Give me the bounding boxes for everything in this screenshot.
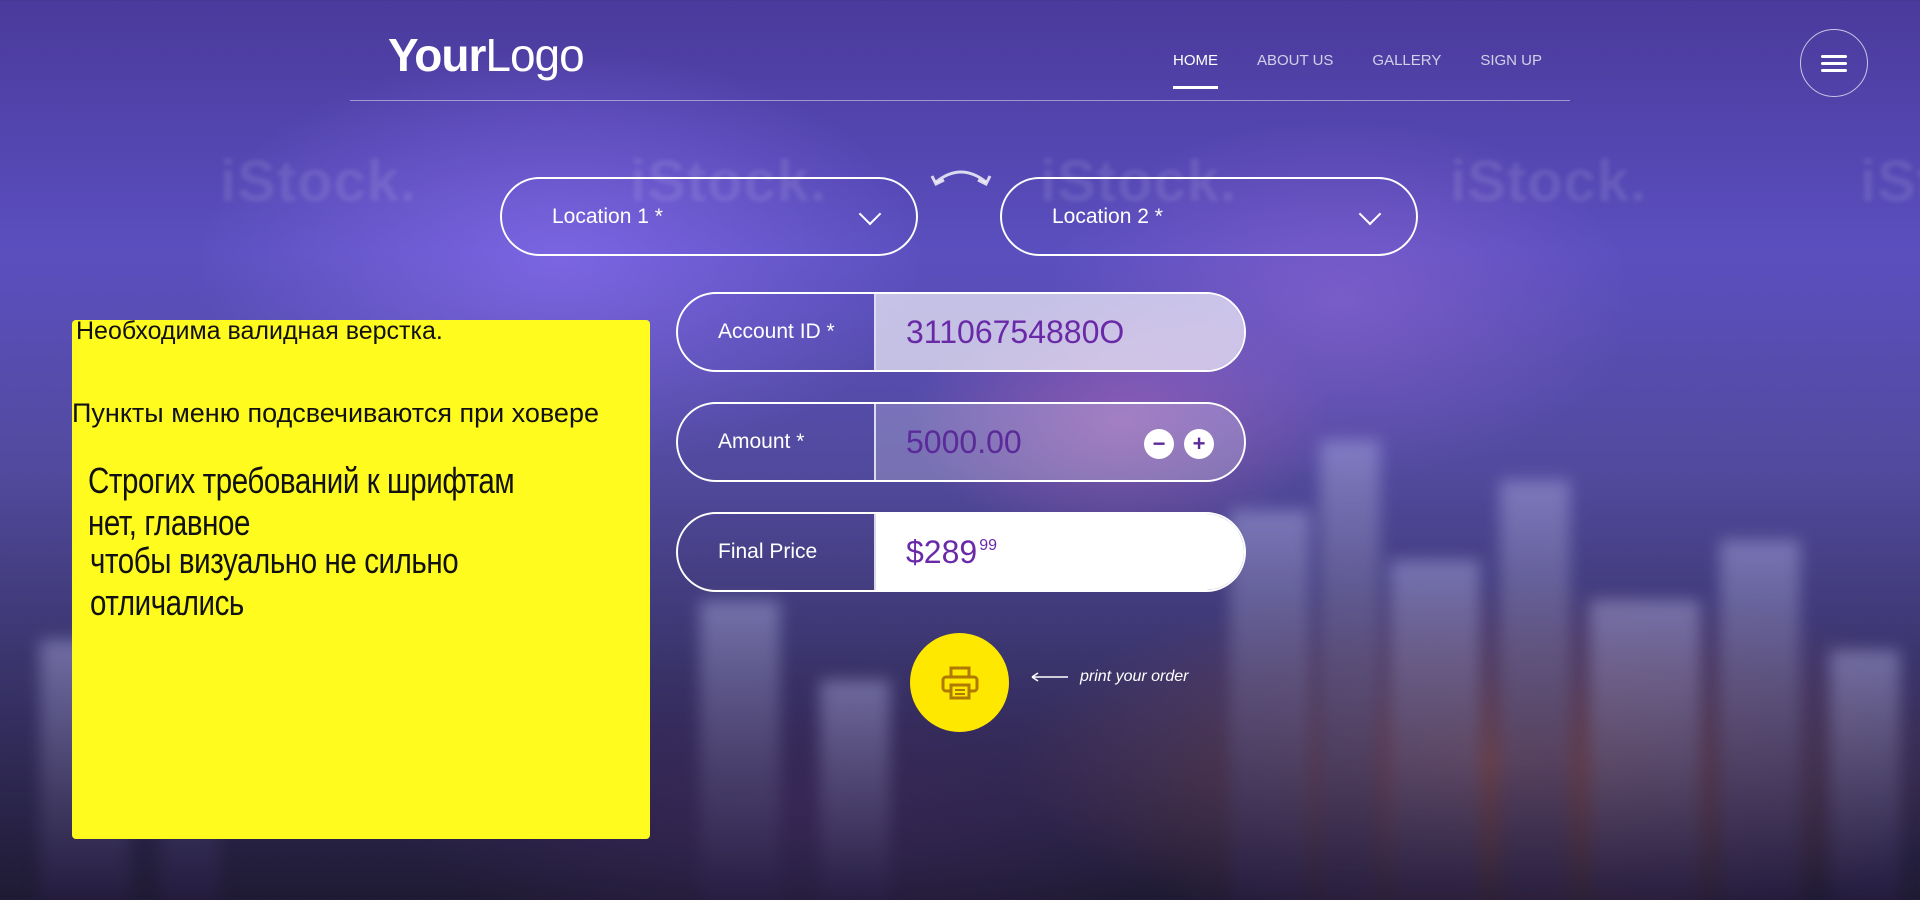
print-hint-text: print your order <box>1080 668 1189 685</box>
note-line-3: Строгих требований к шрифтам нет, главно… <box>88 460 515 543</box>
menu-button[interactable] <box>1800 29 1868 97</box>
amount-value: 5000.00 <box>906 423 1022 460</box>
swap-arrows-icon[interactable] <box>930 160 992 194</box>
location-1-placeholder: Location 1 * <box>552 204 663 228</box>
amount-field: Amount * 5000.00 − + <box>676 402 1246 482</box>
watermark: iStock. <box>220 149 418 214</box>
header-divider <box>350 100 1570 101</box>
site-logo[interactable]: YourLogo <box>388 28 585 82</box>
chevron-down-icon <box>858 202 882 226</box>
note-line-1: Необходима валидная верстка. <box>76 317 443 345</box>
nav-sign-up[interactable]: SIGN UP <box>1480 52 1542 89</box>
requirements-note: Необходима валидная верстка. Пункты меню… <box>72 317 650 839</box>
account-id-field: Account ID * 31106754880O <box>676 292 1246 372</box>
nav-home[interactable]: HOME <box>1173 52 1218 89</box>
nav-about-us[interactable]: ABOUT US <box>1257 52 1333 89</box>
final-price-label: Final Price <box>678 514 876 590</box>
logo-light: Logo <box>485 29 584 81</box>
amount-input[interactable]: 5000.00 − + <box>876 404 1244 480</box>
hamburger-icon <box>1821 51 1847 76</box>
note-line-2: Пункты меню подсвечиваются при ховере <box>72 398 599 428</box>
note-line-4: чтобы визуально не сильно отличались <box>90 540 459 623</box>
location-2-placeholder: Location 2 * <box>1052 204 1163 228</box>
main-nav: HOME ABOUT US GALLERY SIGN UP <box>1173 52 1581 89</box>
final-price-value: $289 99 <box>876 514 1244 590</box>
final-price-field: Final Price $289 99 <box>676 512 1246 592</box>
watermark: iStock. <box>1450 149 1648 214</box>
final-price-dollars: $289 <box>906 533 978 570</box>
increment-button[interactable]: + <box>1184 429 1214 459</box>
amount-label: Amount * <box>678 404 876 480</box>
location-2-select[interactable]: Location 2 * <box>1000 177 1418 256</box>
print-hint: print your order <box>1030 668 1189 686</box>
watermark: iStock. <box>1860 149 1920 214</box>
printer-icon <box>941 666 978 699</box>
account-id-label: Account ID * <box>678 294 876 370</box>
account-id-input[interactable]: 31106754880O <box>876 294 1244 370</box>
final-price-cents: 99 <box>979 537 997 554</box>
decrement-button[interactable]: − <box>1144 429 1174 459</box>
arrow-left-icon <box>1031 672 1068 682</box>
print-button[interactable] <box>910 633 1009 732</box>
chevron-down-icon <box>1358 202 1382 226</box>
logo-bold: Your <box>388 29 486 81</box>
nav-gallery[interactable]: GALLERY <box>1372 52 1441 89</box>
location-1-select[interactable]: Location 1 * <box>500 177 918 256</box>
